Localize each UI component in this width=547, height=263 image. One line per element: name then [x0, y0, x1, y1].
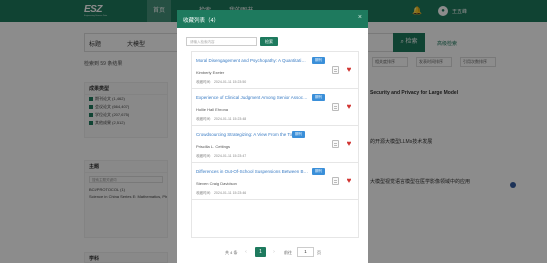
favorites-modal: 收藏列表（4） × 请输入检索内容 检索 Moral Disengagement…: [177, 10, 368, 263]
item-author: Steven Craig Davidson: [196, 181, 237, 186]
list-item: Moral Disengagement and Psychopathy: A Q…: [192, 52, 358, 89]
item-time: 收藏时间: 2024-01-11 15:23:50: [196, 80, 247, 84]
document-icon[interactable]: [332, 66, 339, 74]
type-badge: 期刊: [312, 168, 325, 175]
document-icon[interactable]: [332, 177, 339, 185]
goto-label: 前往: [284, 250, 292, 255]
favorites-list: Moral Disengagement and Psychopathy: A Q…: [191, 51, 359, 238]
goto-page-input[interactable]: 1: [297, 247, 314, 257]
item-time: 收藏时间: 2024-01-11 15:23:48: [196, 117, 247, 121]
type-badge: 期刊: [312, 57, 325, 64]
page-unit-label: 页: [317, 250, 321, 255]
current-page-button[interactable]: 1: [255, 247, 266, 257]
list-item: Crowdsourcing Strategizing: A View From …: [192, 126, 358, 163]
next-page-icon[interactable]: ›: [270, 248, 278, 256]
prev-page-icon[interactable]: ‹: [242, 248, 250, 256]
modal-header: 收藏列表（4） ×: [177, 10, 368, 28]
close-icon[interactable]: ×: [358, 14, 362, 22]
list-item: Experience of Clinical Judgment Among Se…: [192, 89, 358, 126]
item-author: Priscilla L. Cettings: [196, 144, 231, 149]
heart-icon[interactable]: ♥: [344, 65, 354, 75]
pagination: 共 4 条 ‹ 1 › 前往 1 页: [177, 247, 368, 257]
item-title-link[interactable]: Moral Disengagement and Psychopathy: A Q…: [196, 58, 308, 63]
favorites-search-button[interactable]: 检索: [260, 37, 278, 46]
type-badge: 期刊: [292, 131, 305, 138]
document-icon[interactable]: [332, 103, 339, 111]
heart-icon[interactable]: ♥: [344, 102, 354, 112]
favorites-search-input[interactable]: 请输入检索内容: [186, 37, 257, 46]
pagination-total: 共 4 条: [225, 250, 238, 255]
heart-icon[interactable]: ♥: [344, 176, 354, 186]
item-title-link[interactable]: Experience of Clinical Judgment Among Se…: [196, 95, 308, 100]
type-badge: 期刊: [312, 94, 325, 101]
modal-title: 收藏列表（4）: [183, 18, 220, 24]
item-author: Hollie Hall Ehrona: [196, 107, 229, 112]
document-icon[interactable]: [332, 140, 339, 148]
item-author: Kimberly Exeter: [196, 70, 225, 75]
item-time: 收藏时间: 2024-01-11 15:23:46: [196, 191, 247, 195]
list-item: Differences in Out-Of-School Suspensions…: [192, 163, 358, 200]
heart-icon[interactable]: ♥: [344, 139, 354, 149]
item-time: 收藏时间: 2024-01-11 15:23:47: [196, 154, 247, 158]
item-title-link[interactable]: Differences in Out-Of-School Suspensions…: [196, 169, 308, 174]
